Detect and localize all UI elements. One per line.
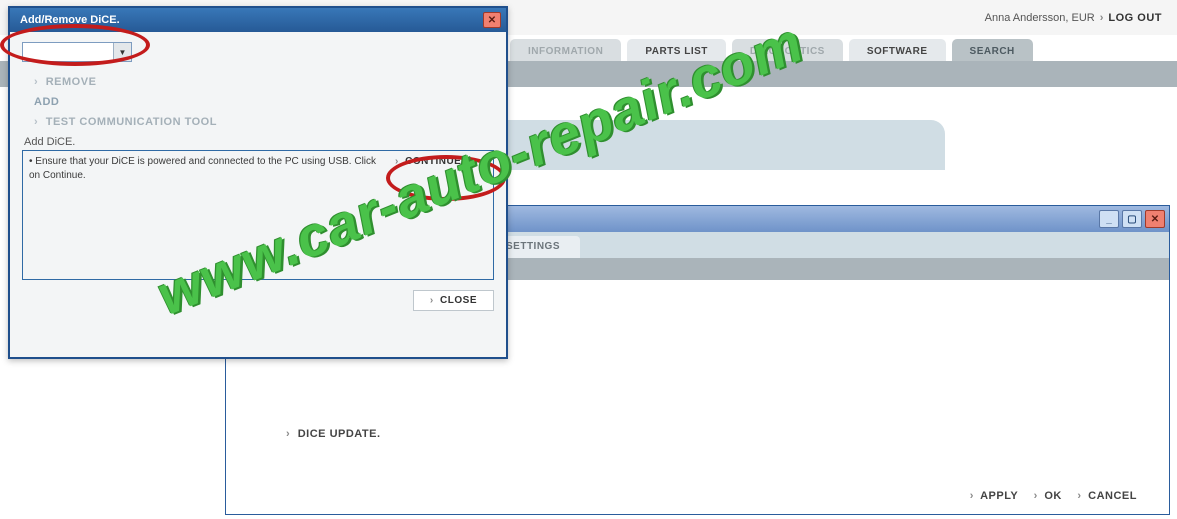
- dice-update-link[interactable]: › DICE UPDATE.: [286, 428, 381, 440]
- chevron-right-icon: ›: [34, 116, 38, 128]
- maximize-icon[interactable]: ▢: [1122, 210, 1142, 228]
- window-controls: _ ▢ ✕: [1099, 210, 1165, 228]
- logout-link[interactable]: LOG OUT: [1108, 12, 1162, 24]
- ok-button[interactable]: › OK: [1034, 490, 1066, 502]
- dialog-titlebar[interactable]: Add/Remove DiCE. ✕: [10, 8, 506, 32]
- cancel-button[interactable]: › CANCEL: [1077, 490, 1137, 502]
- chevron-right-icon: ›: [1077, 490, 1081, 502]
- chevron-down-icon[interactable]: ▼: [113, 43, 131, 61]
- menu-test-communication-tool[interactable]: › TEST COMMUNICATION TOOL: [34, 116, 494, 128]
- minimize-icon[interactable]: _: [1099, 210, 1119, 228]
- dialog-body: ▼ › REMOVE ADD › TEST COMMUNICATION TOOL…: [10, 32, 506, 357]
- chevron-right-icon: ›: [1034, 490, 1038, 502]
- menu-add[interactable]: ADD: [34, 96, 494, 108]
- fieldset-label: Add DiCE.: [24, 136, 494, 148]
- add-dice-fieldset: • Ensure that your DiCE is powered and c…: [22, 150, 494, 280]
- instruction-text: • Ensure that your DiCE is powered and c…: [29, 155, 387, 183]
- chevron-right-icon: ›: [1100, 12, 1104, 24]
- menu-remove[interactable]: › REMOVE: [34, 76, 494, 88]
- dialog-close-icon[interactable]: ✕: [483, 12, 501, 28]
- dice-update-label: DICE UPDATE.: [298, 428, 381, 440]
- ie-footer-buttons: › APPLY › OK › CANCEL: [970, 490, 1149, 502]
- dialog-menu: › REMOVE ADD › TEST COMMUNICATION TOOL: [34, 76, 494, 128]
- user-label: Anna Andersson, EUR: [985, 12, 1095, 24]
- chevron-right-icon: ›: [430, 295, 434, 306]
- chevron-right-icon: ›: [34, 76, 38, 88]
- chevron-right-icon: ›: [395, 156, 399, 167]
- close-button[interactable]: › CLOSE: [413, 290, 494, 311]
- dialog-title: Add/Remove DiCE.: [20, 14, 120, 26]
- dice-select[interactable]: ▼: [22, 42, 132, 62]
- chevron-right-icon: ›: [970, 490, 974, 502]
- continue-button[interactable]: › CONTINUE: [395, 156, 461, 167]
- add-remove-dice-dialog: Add/Remove DiCE. ✕ ▼ › REMOVE ADD › TEST…: [8, 6, 508, 359]
- close-icon[interactable]: ✕: [1145, 210, 1165, 228]
- apply-button[interactable]: › APPLY: [970, 490, 1022, 502]
- dice-select-row: ▼: [22, 42, 494, 62]
- chevron-right-icon: ›: [286, 428, 290, 440]
